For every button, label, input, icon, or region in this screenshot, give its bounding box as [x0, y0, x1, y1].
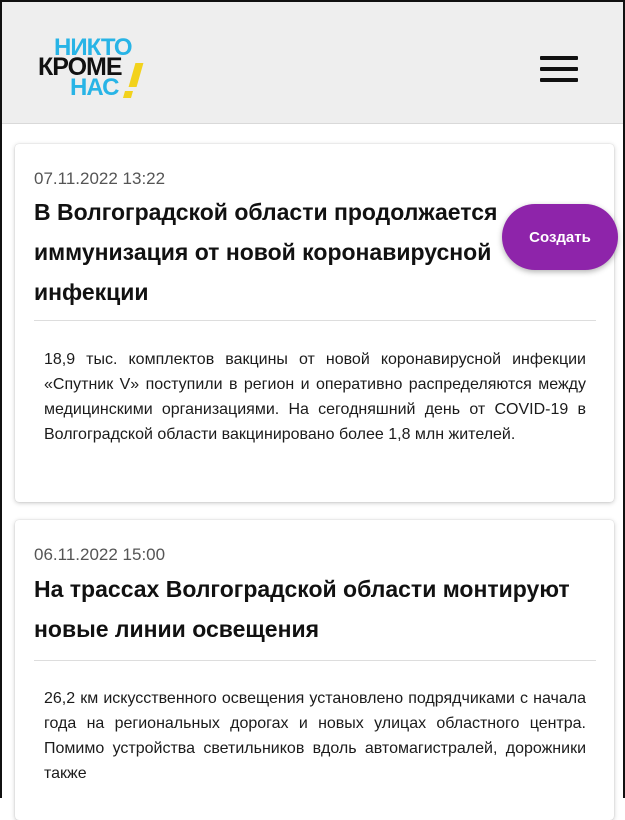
logo-exclamation-dot — [122, 91, 134, 98]
card-divider — [34, 660, 596, 661]
news-title[interactable]: В Волгоградской области продолжается имм… — [34, 192, 504, 312]
app-header: НИКТО КРОМЕ НАС — [0, 0, 625, 124]
news-card[interactable]: 07.11.2022 13:22 В Волгоградской области… — [15, 144, 614, 502]
menu-bar-middle — [540, 67, 578, 71]
hamburger-menu-icon[interactable] — [540, 53, 578, 83]
news-date: 07.11.2022 13:22 — [34, 169, 166, 188]
news-title[interactable]: На трассах Волгоградской области монтиру… — [34, 569, 594, 649]
news-date: 06.11.2022 15:00 — [34, 545, 166, 564]
news-text: 26,2 км искусственного освещения установ… — [44, 690, 586, 782]
create-button[interactable]: Создать — [502, 204, 618, 270]
news-card[interactable]: 06.11.2022 15:00 На трассах Волгоградско… — [15, 520, 614, 820]
menu-bar-top — [540, 56, 578, 60]
logo-line-3: НАС — [70, 74, 119, 101]
logo-exclamation-mark — [128, 63, 144, 87]
site-logo[interactable]: НИКТО КРОМЕ НАС — [38, 36, 158, 106]
menu-bar-bottom — [540, 78, 578, 82]
news-text: 18,9 тыс. комплектов вакцины от новой ко… — [44, 351, 586, 443]
card-divider — [34, 320, 596, 321]
